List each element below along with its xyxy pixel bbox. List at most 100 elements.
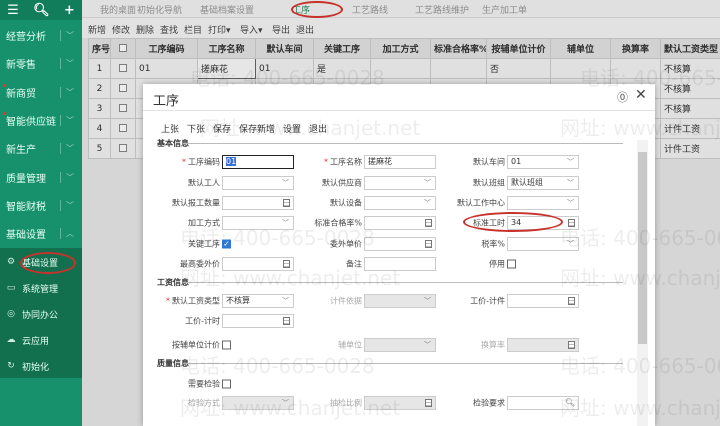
section-divider bbox=[183, 143, 623, 144]
required-marker: * bbox=[324, 157, 328, 167]
chevron-down-icon[interactable]: ﹀ bbox=[567, 177, 574, 189]
checkbox[interactable] bbox=[222, 379, 231, 389]
dialog-toolbar-button[interactable]: 退出 bbox=[309, 122, 327, 135]
field-label: 默认工作中心 bbox=[395, 198, 505, 209]
plus-icon[interactable]: + bbox=[64, 3, 75, 18]
field-label: 需要检验 bbox=[110, 379, 220, 390]
field-label-text: 工价-计件 bbox=[470, 296, 505, 306]
calculator-icon[interactable] bbox=[568, 297, 575, 305]
sidebar-top-bar: ☰ 🔍︎ + bbox=[0, 0, 82, 20]
field-label-text: 税率% bbox=[481, 239, 505, 249]
search-icon[interactable]: 🔍︎ bbox=[33, 3, 50, 18]
submenu-item-label: 初始化 bbox=[22, 362, 50, 373]
close-icon[interactable]: ✕ bbox=[635, 87, 647, 103]
search-icon[interactable]: 🔍︎ bbox=[565, 397, 575, 409]
input-search[interactable]: 🔍︎ bbox=[507, 396, 579, 410]
submenu-item-label: 协同办公 bbox=[22, 310, 59, 321]
checkbox[interactable] bbox=[507, 259, 516, 269]
input-calc bbox=[507, 338, 579, 352]
process-dialog: 工序 ⓪ ✕ 上张 下张 保存 保存新增 设置 退出 基本信息 * 工序编码 01 * 工序名称 搓麻花… bbox=[143, 84, 655, 426]
submenu-item[interactable]: ▭ 系统管理 bbox=[0, 276, 82, 300]
calculator-icon[interactable] bbox=[568, 219, 575, 227]
chevron-down-icon[interactable]: ﹀ bbox=[60, 171, 74, 183]
field-label-text: 默认工资类型 bbox=[172, 296, 220, 306]
chevron-down-icon[interactable]: ﹀ bbox=[567, 197, 574, 209]
sidebar-item-label: 智能供应链 bbox=[6, 116, 56, 128]
checkbox[interactable]: ✓ bbox=[222, 239, 231, 249]
chevron-down-icon[interactable]: ﹀ bbox=[60, 29, 74, 41]
field-label: 税率% bbox=[395, 239, 505, 250]
sidebar-item[interactable]: 经营分析 ﹀ bbox=[0, 21, 82, 49]
sidebar-item[interactable]: 新零售 ﹀ bbox=[0, 49, 82, 77]
submenu-item[interactable]: ◎ 协同办公 bbox=[0, 302, 82, 326]
dialog-toolbar-button[interactable]: 保存新增 bbox=[239, 122, 275, 135]
target-icon: ◎ bbox=[7, 309, 15, 319]
dialog-toolbar-button[interactable]: 设置 bbox=[283, 122, 301, 135]
sidebar-item-label: 智能财税 bbox=[6, 201, 46, 213]
field-label-text: 工价-计时 bbox=[185, 316, 220, 326]
field-label-text: 停用 bbox=[489, 259, 505, 269]
input-calc[interactable] bbox=[222, 314, 294, 328]
chevron-down-icon[interactable]: ﹀ bbox=[567, 156, 574, 168]
scrollbar-thumb[interactable] bbox=[638, 152, 647, 344]
input-select[interactable]: ﹀ bbox=[507, 196, 579, 210]
sidebar-item-label: 新零售 bbox=[6, 59, 36, 71]
chevron-down-icon[interactable]: ﹀ bbox=[60, 86, 74, 98]
chevron-up-icon[interactable]: ︿ bbox=[60, 227, 74, 239]
field-label-text: 关键工序 bbox=[188, 239, 220, 249]
section-divider bbox=[183, 363, 623, 364]
annotation-circle-tab bbox=[291, 1, 343, 18]
calculator-icon[interactable] bbox=[283, 317, 290, 325]
chevron-down-icon[interactable]: ﹀ bbox=[60, 57, 74, 69]
field-label-text: 加工方式 bbox=[188, 218, 220, 228]
field-label-text: 默认报工数量 bbox=[172, 198, 220, 208]
chevron-down-icon[interactable]: ﹀ bbox=[60, 114, 74, 126]
input-calc[interactable] bbox=[507, 294, 579, 308]
chevron-down-icon[interactable]: ﹀ bbox=[567, 238, 574, 250]
notification-dot bbox=[3, 84, 6, 87]
sidebar-item[interactable]: 智能财税 ﹀ bbox=[0, 191, 82, 219]
field-label: * 默认工资类型 bbox=[110, 296, 220, 307]
field-label: 默认报工数量 bbox=[110, 198, 220, 209]
field-label-text: 委外单价 bbox=[330, 239, 362, 249]
sidebar-item-label: 新生产 bbox=[6, 144, 36, 156]
calculator-icon[interactable] bbox=[568, 341, 575, 349]
chevron-down-icon[interactable]: ﹀ bbox=[60, 142, 74, 154]
monitor-icon: ▭ bbox=[6, 283, 16, 293]
field-label-text: 默认班组 bbox=[473, 178, 505, 188]
input-select[interactable]: 默认班组 ﹀ bbox=[507, 176, 579, 190]
field-label-text: 检验方式 bbox=[188, 398, 220, 408]
field-label: 抽检比例 bbox=[252, 398, 362, 409]
sidebar-item-label: 基础设置 bbox=[6, 229, 46, 241]
sidebar-item[interactable]: 基础设置 ︿ bbox=[0, 219, 82, 247]
field-label: 加工方式 bbox=[110, 218, 220, 229]
input-select[interactable]: 01 ﹀ bbox=[507, 155, 579, 169]
field-label: 辅单位 bbox=[252, 340, 362, 351]
dialog-toolbar-button[interactable]: 上张 bbox=[161, 122, 179, 135]
gear-icon: ⚙ bbox=[6, 257, 16, 267]
sidebar-item[interactable]: 智能供应链 ﹀ bbox=[0, 106, 82, 134]
dialog-toolbar-button[interactable]: 下张 bbox=[187, 122, 205, 135]
field-label-text: 默认工作中心 bbox=[457, 198, 505, 208]
field-label: 标准合格率% bbox=[252, 218, 362, 229]
chevron-down-icon[interactable]: ﹀ bbox=[60, 199, 74, 211]
menu-icon[interactable]: ☰ bbox=[7, 3, 19, 18]
sidebar-item-label: 质量管理 bbox=[6, 173, 46, 185]
field-label-text: 工序编码 bbox=[188, 157, 220, 167]
submenu-item[interactable]: ↻ 初始化 bbox=[0, 354, 82, 378]
dialog-toolbar-button[interactable]: 保存 bbox=[213, 122, 231, 135]
help-icon[interactable]: ⓪ bbox=[617, 89, 628, 105]
refresh-icon: ↻ bbox=[7, 361, 15, 371]
field-label: 检验方式 bbox=[110, 398, 220, 409]
field-label: 默认车间 bbox=[395, 157, 505, 168]
input-select[interactable]: ﹀ bbox=[507, 237, 579, 251]
section-divider bbox=[183, 282, 623, 283]
sidebar-item[interactable]: 新商贸 ﹀ bbox=[0, 78, 82, 106]
sidebar-item[interactable]: 新生产 ﹀ bbox=[0, 134, 82, 162]
dialog-title: 工序 bbox=[153, 94, 180, 109]
sidebar-item-label: 新商贸 bbox=[6, 88, 36, 100]
sidebar-item[interactable]: 质量管理 ﹀ bbox=[0, 163, 82, 191]
checkbox[interactable] bbox=[222, 340, 231, 350]
submenu-item[interactable]: ☁ 云应用 bbox=[0, 328, 82, 352]
submenu-item-label: 云应用 bbox=[22, 336, 50, 347]
